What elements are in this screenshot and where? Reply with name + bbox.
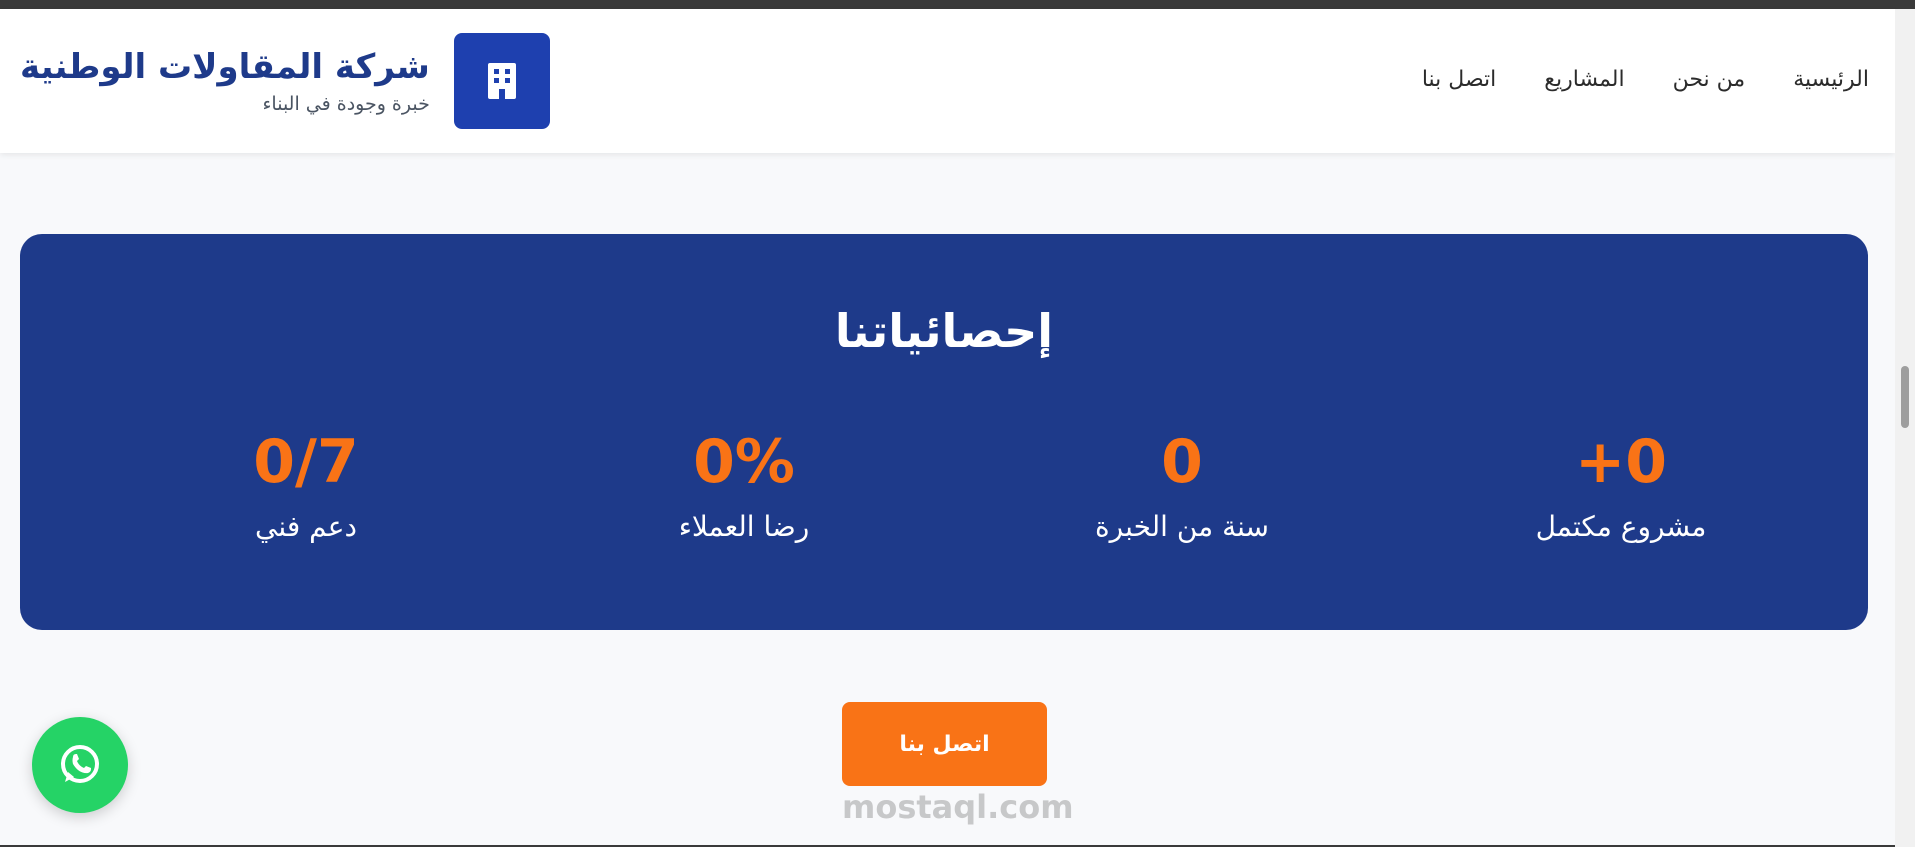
stat-value: 0% xyxy=(693,427,795,497)
brand-text: شركة المقاولات الوطنية خبرة وجودة في الب… xyxy=(20,47,430,116)
nav-contact-link[interactable]: اتصل بنا xyxy=(1422,67,1496,92)
stat-value: +0 xyxy=(1574,427,1668,497)
contact-us-button[interactable]: اتصل بنا xyxy=(842,702,1047,786)
nav-projects-link[interactable]: المشاريع xyxy=(1544,67,1624,92)
stat-label: دعم فني xyxy=(255,510,357,543)
building-icon xyxy=(453,33,550,129)
building-icon-svg xyxy=(487,63,516,99)
stat-label: سنة من الخبرة xyxy=(1095,510,1269,543)
stat-customer-satisfaction: 0% رضا العملاء xyxy=(594,432,894,543)
stats-title: إحصائياتنا xyxy=(834,304,1054,358)
brand[interactable]: شركة المقاولات الوطنية خبرة وجودة في الب… xyxy=(20,33,550,129)
browser-top-bar xyxy=(0,0,1915,9)
whatsapp-icon xyxy=(61,745,99,783)
watermark: mostaql.com xyxy=(842,788,1074,826)
page-scrollbar[interactable] xyxy=(1895,9,1915,847)
stats-section: إحصائياتنا +0 مشروع مكتمل 0 سنة من الخبر… xyxy=(20,234,1868,630)
stat-value: 0/7 xyxy=(253,427,359,497)
stat-value: 0 xyxy=(1161,427,1203,497)
stat-years-experience: 0 سنة من الخبرة xyxy=(1032,432,1332,543)
stat-label: مشروع مكتمل xyxy=(1535,510,1707,543)
nav-home-link[interactable]: الرئيسية xyxy=(1793,67,1869,92)
whatsapp-button[interactable] xyxy=(32,717,128,813)
stat-completed-projects: +0 مشروع مكتمل xyxy=(1471,432,1771,543)
site-header: الرئيسية من نحن المشاريع اتصل بنا شركة ا… xyxy=(0,9,1895,153)
brand-tagline: خبرة وجودة في البناء xyxy=(262,93,430,116)
brand-title: شركة المقاولات الوطنية xyxy=(20,46,430,87)
stat-technical-support: 0/7 دعم فني xyxy=(156,432,456,543)
scrollbar-thumb[interactable] xyxy=(1901,366,1909,428)
nav-about-link[interactable]: من نحن xyxy=(1673,67,1746,92)
main-nav: الرئيسية من نحن المشاريع اتصل بنا xyxy=(1422,67,1869,92)
stat-label: رضا العملاء xyxy=(678,510,810,543)
